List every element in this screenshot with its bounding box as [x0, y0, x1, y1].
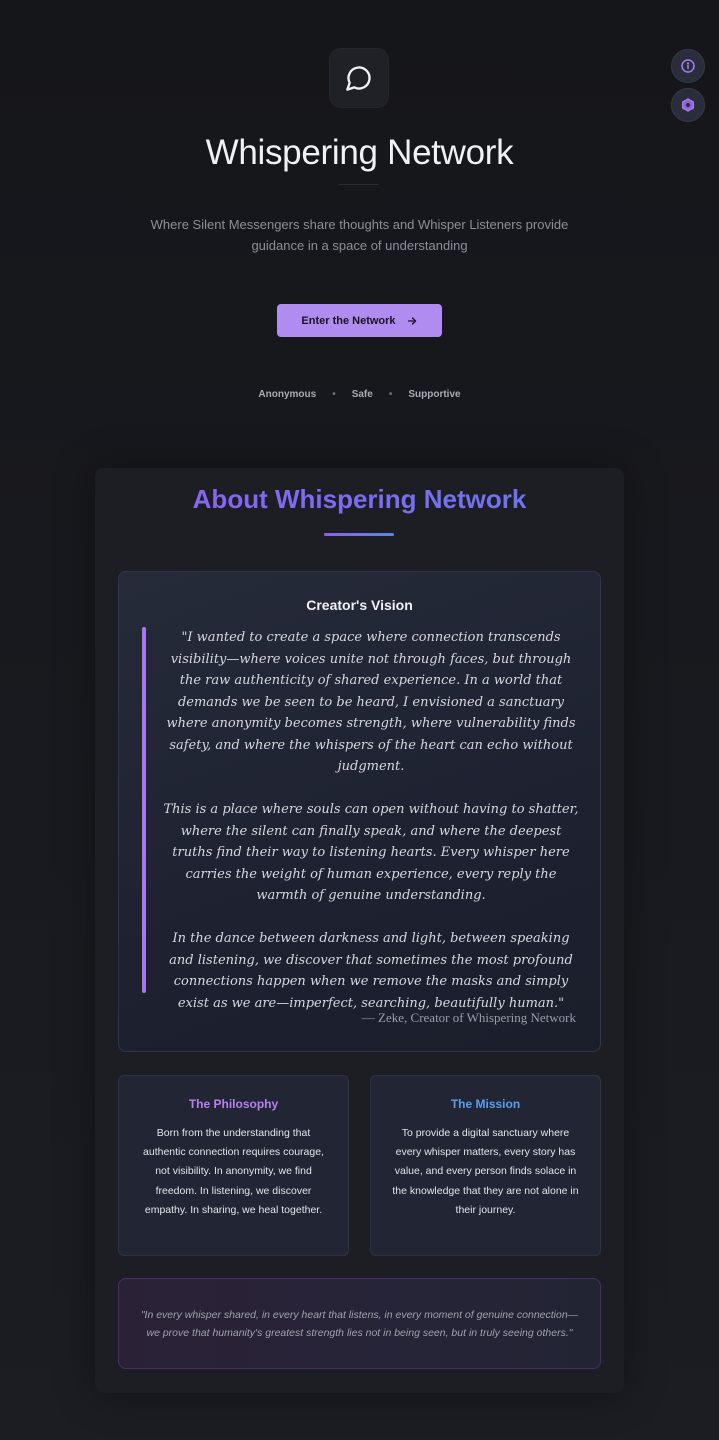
vision-paragraph: This is a place where souls can open wit…: [163, 802, 579, 903]
settings-button[interactable]: [671, 88, 705, 122]
closing-quote-card: "In every whisper shared, in every heart…: [118, 1278, 601, 1369]
about-divider: [324, 533, 394, 536]
info-icon: [681, 59, 695, 73]
landing-page: Whispering Network Where Silent Messenge…: [0, 0, 719, 1440]
tag-safe: Safe: [351, 389, 373, 400]
hero-subtitle: Where Silent Messengers share thoughts a…: [150, 217, 569, 253]
vision-paragraph: In the dance between darkness and light,…: [169, 931, 573, 1011]
closing-quote: "In every whisper shared, in every heart…: [140, 1308, 579, 1339]
philosophy-text: Born from the understanding that authent…: [143, 1127, 324, 1216]
info-button[interactable]: [671, 49, 705, 83]
title-divider: [339, 184, 379, 185]
tag-anonymous: Anonymous: [258, 389, 317, 400]
hexagon-settings-icon: [682, 98, 694, 112]
arrow-right-icon: [407, 316, 416, 325]
vision-paragraph: "I wanted to create a space where connec…: [166, 630, 576, 774]
about-title: About Whispering Network: [0, 484, 719, 515]
philosophy-card: The Philosophy Born from the understandi…: [118, 1075, 349, 1256]
tag-separator: •: [388, 389, 393, 400]
mission-card: The Mission To provide a digital sanctua…: [370, 1075, 601, 1256]
philosophy-title: The Philosophy: [188, 1097, 279, 1111]
creator-vision-quote: "I wanted to create a space where connec…: [162, 627, 580, 1014]
tag-separator: •: [332, 389, 336, 400]
message-circle-icon: [346, 66, 371, 91]
enter-network-label: Enter the Network: [301, 314, 396, 327]
logo: [329, 48, 389, 108]
creator-signature: — Zeke, Creator of Whispering Network: [361, 1010, 576, 1025]
creator-vision-title: Creator's Vision: [306, 597, 413, 613]
quote-accent-bar: [142, 627, 146, 993]
enter-network-button[interactable]: Enter the Network: [277, 304, 442, 337]
mission-text: To provide a digital sanctuary where eve…: [392, 1127, 579, 1216]
page-title: Whispering Network: [205, 133, 514, 172]
feature-tags: Anonymous • Safe • Supportive: [0, 389, 719, 400]
mission-title: The Mission: [450, 1097, 521, 1111]
tag-supportive: Supportive: [408, 389, 461, 400]
